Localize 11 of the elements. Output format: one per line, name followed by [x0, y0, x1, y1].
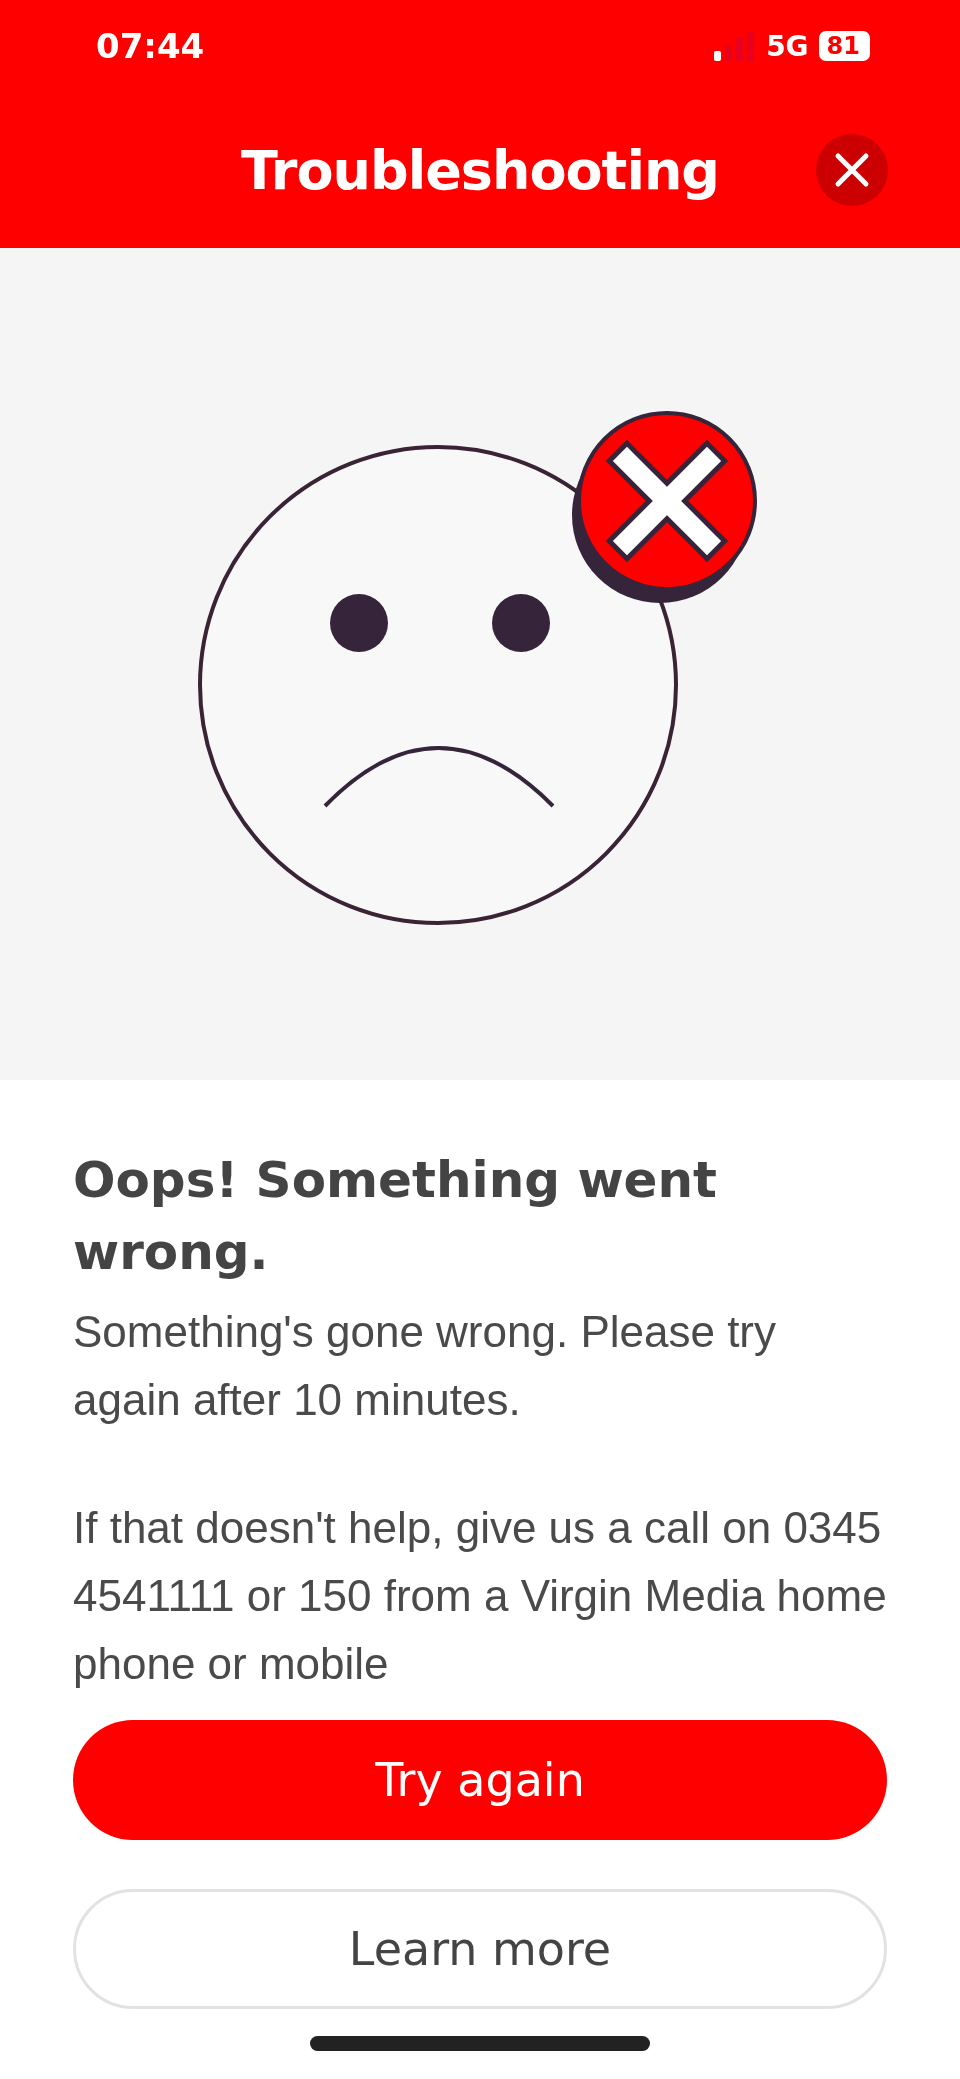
learn-more-button[interactable]: Learn more	[73, 1889, 887, 2009]
signal-icon	[714, 31, 757, 61]
battery-level: 81	[818, 31, 870, 61]
status-time: 07:44	[96, 26, 205, 66]
try-again-button[interactable]: Try again	[73, 1720, 887, 1840]
page-title: Troubleshooting	[240, 138, 720, 202]
network-label: 5G	[766, 29, 809, 63]
error-heading: Oops! Something went wrong.	[73, 1150, 719, 1283]
close-icon	[834, 152, 870, 188]
error-message: Something's gone wrong. Please try again after 10 minutes.	[73, 1306, 777, 1426]
error-message: If that doesn't help, give us a call on 0345 4541111 or 150 from a Virgin Media home phone or mobile	[73, 1502, 887, 1690]
